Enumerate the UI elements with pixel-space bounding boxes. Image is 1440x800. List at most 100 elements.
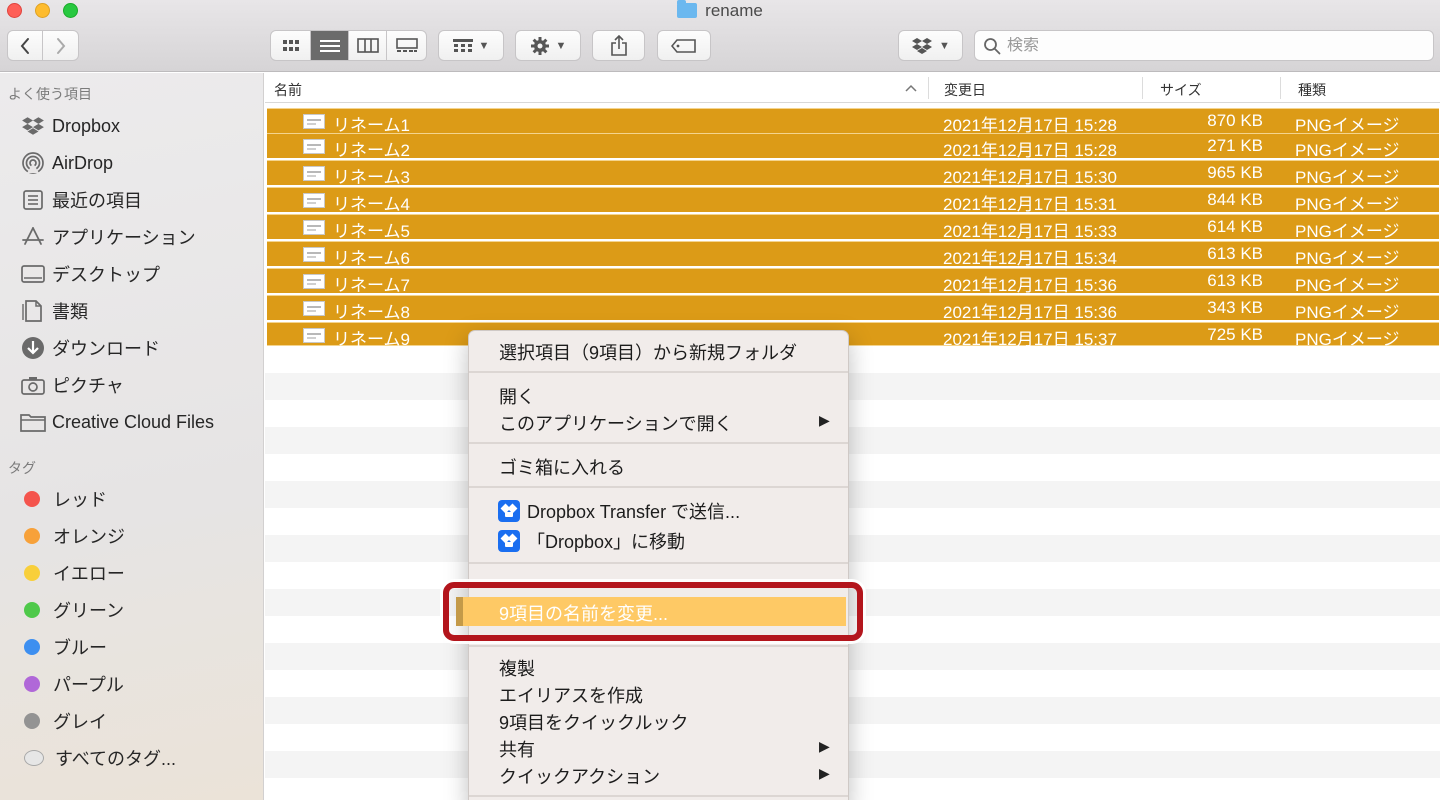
sidebar-item-label: Creative Cloud Files <box>52 411 215 432</box>
file-row[interactable]: リネーム8 2021年12月17日 15:36 343 KB PNGイメージ <box>267 295 1439 322</box>
file-row[interactable]: リネーム2 2021年12月17日 15:28 271 KB PNGイメージ <box>267 133 1439 160</box>
tag-label: グリーン <box>53 601 125 621</box>
menu-open-with[interactable]: このアプリケーションで開く ▶ <box>499 410 830 436</box>
menu-quick-look[interactable]: 9項目をクイックルック <box>499 709 688 735</box>
sidebar-item-documents[interactable]: 書類 <box>20 295 88 327</box>
menu-quick-actions[interactable]: クイックアクション ▶ <box>499 763 830 789</box>
icon-view-button[interactable] <box>271 31 311 60</box>
chevron-left-icon <box>20 37 29 54</box>
file-size: 870 KB <box>1207 111 1263 130</box>
sidebar-tag-purple[interactable]: パープル <box>20 668 124 700</box>
tag-label: イエロー <box>53 564 125 584</box>
dropbox-icon <box>912 37 933 54</box>
file-row[interactable]: リネーム6 2021年12月17日 15:34 613 KB PNGイメージ <box>267 241 1439 268</box>
sidebar-tag-blue[interactable]: ブルー <box>20 631 107 663</box>
empty-row-stripe <box>265 373 1440 400</box>
list-view-button[interactable] <box>311 31 349 60</box>
png-file-icon <box>303 247 325 262</box>
sidebar: よく使う項目 Dropbox AirDrop 最近の項目 アプリケーション デス… <box>0 73 264 800</box>
menu-dropbox-transfer[interactable]: Dropbox Transfer で送信... <box>498 498 740 524</box>
sidebar-item-pictures[interactable]: ピクチャ <box>20 369 124 401</box>
png-file-icon <box>303 274 325 289</box>
menu-separator <box>469 486 848 488</box>
window-title-text: rename <box>705 1 763 20</box>
file-row[interactable]: リネーム9 2021年12月17日 15:37 725 KB PNGイメージ <box>267 322 1439 349</box>
file-size: 613 KB <box>1207 244 1263 263</box>
sidebar-tag-gray[interactable]: グレイ <box>20 705 107 737</box>
sidebar-item-label: Dropbox <box>52 115 121 136</box>
group-by-button[interactable]: ▼ <box>438 30 504 61</box>
sidebar-item-downloads[interactable]: ダウンロード <box>20 332 160 364</box>
search-icon <box>984 37 1001 54</box>
file-row[interactable]: リネーム3 2021年12月17日 15:30 965 KB PNGイメージ <box>267 160 1439 187</box>
menu-move-to-dropbox[interactable]: 「Dropbox」に移動 <box>498 528 685 554</box>
menu-separator <box>469 562 848 564</box>
png-file-icon <box>303 193 325 208</box>
column-divider <box>928 77 929 99</box>
sidebar-tag-yellow[interactable]: イエロー <box>20 557 125 589</box>
file-size: 614 KB <box>1207 217 1263 236</box>
search-input[interactable] <box>1007 36 1407 55</box>
file-date: 2021年12月17日 15:36 <box>943 303 1117 322</box>
recents-icon <box>20 189 46 211</box>
chevron-down-icon: ▼ <box>939 39 950 52</box>
menu-duplicate[interactable]: 複製 <box>499 655 535 681</box>
file-row[interactable]: リネーム5 2021年12月17日 15:33 614 KB PNGイメージ <box>267 214 1439 241</box>
sidebar-item-creative-cloud[interactable]: Creative Cloud Files <box>20 406 214 438</box>
orange-tag-dot-icon <box>24 528 40 544</box>
sidebar-item-recents[interactable]: 最近の項目 <box>20 184 142 216</box>
view-mode-group <box>270 30 427 61</box>
menu-separator <box>469 645 848 647</box>
tags-header: タグ <box>8 460 36 476</box>
forward-button[interactable] <box>43 31 78 60</box>
menu-new-folder-with-selection[interactable]: 選択項目（9項目）から新規フォルダ <box>499 339 797 365</box>
menu-quick-actions-label: クイックアクション <box>499 767 661 787</box>
blue-tag-dot-icon <box>24 639 40 655</box>
sidebar-all-tags[interactable]: すべてのタグ... <box>20 742 176 774</box>
list-icon <box>319 39 340 52</box>
gallery-view-button[interactable] <box>387 31 426 60</box>
back-button[interactable] <box>8 31 43 60</box>
edit-tags-button[interactable] <box>657 30 711 61</box>
column-divider <box>1280 77 1281 99</box>
menu-share[interactable]: 共有 ▶ <box>499 736 830 762</box>
file-name: リネーム7 <box>333 276 410 295</box>
file-list: 名前 変更日 サイズ 種類 リネーム1 2021年12月17日 15:28 87… <box>265 73 1440 800</box>
file-kind: PNGイメージ <box>1295 303 1400 322</box>
action-menu-button[interactable]: ▼ <box>515 30 581 61</box>
sidebar-item-label: アプリケーション <box>52 228 196 248</box>
tag-icon <box>671 38 696 53</box>
sidebar-item-desktop[interactable]: デスクトップ <box>20 258 160 290</box>
search-field[interactable] <box>974 30 1434 61</box>
file-kind: PNGイメージ <box>1295 141 1400 160</box>
file-kind: PNGイメージ <box>1295 330 1400 349</box>
file-size: 343 KB <box>1207 298 1263 317</box>
menu-make-alias[interactable]: エイリアスを作成 <box>499 682 643 708</box>
sidebar-tag-orange[interactable]: オレンジ <box>20 520 125 552</box>
sidebar-item-airdrop[interactable]: AirDrop <box>20 147 113 179</box>
column-size-header[interactable]: サイズ <box>1160 80 1202 100</box>
sidebar-item-dropbox[interactable]: Dropbox <box>20 110 120 142</box>
folder-icon <box>677 0 698 18</box>
file-name: リネーム8 <box>333 303 410 322</box>
column-date-header[interactable]: 変更日 <box>944 80 986 100</box>
column-view-button[interactable] <box>349 31 387 60</box>
file-row[interactable]: リネーム1 2021年12月17日 15:28 870 KB PNGイメージ <box>267 108 1439 135</box>
airdrop-icon <box>20 151 46 175</box>
share-button[interactable] <box>592 30 645 61</box>
sidebar-item-applications[interactable]: アプリケーション <box>20 221 196 253</box>
file-row[interactable]: リネーム7 2021年12月17日 15:36 613 KB PNGイメージ <box>267 268 1439 295</box>
png-file-icon <box>303 301 325 316</box>
dropbox-toolbar-button[interactable]: ▼ <box>898 30 963 61</box>
sidebar-tag-green[interactable]: グリーン <box>20 594 124 626</box>
sidebar-tag-red[interactable]: レッド <box>20 483 107 515</box>
desktop-icon <box>20 264 46 284</box>
red-tag-dot-icon <box>24 491 40 507</box>
menu-open[interactable]: 開く <box>499 383 535 409</box>
menu-move-to-trash[interactable]: ゴミ箱に入れる <box>499 454 625 480</box>
tag-label: グレイ <box>53 712 107 732</box>
column-kind-header[interactable]: 種類 <box>1298 80 1326 100</box>
applications-icon <box>20 226 46 248</box>
column-name-header[interactable]: 名前 <box>274 80 302 100</box>
file-row[interactable]: リネーム4 2021年12月17日 15:31 844 KB PNGイメージ <box>267 187 1439 214</box>
